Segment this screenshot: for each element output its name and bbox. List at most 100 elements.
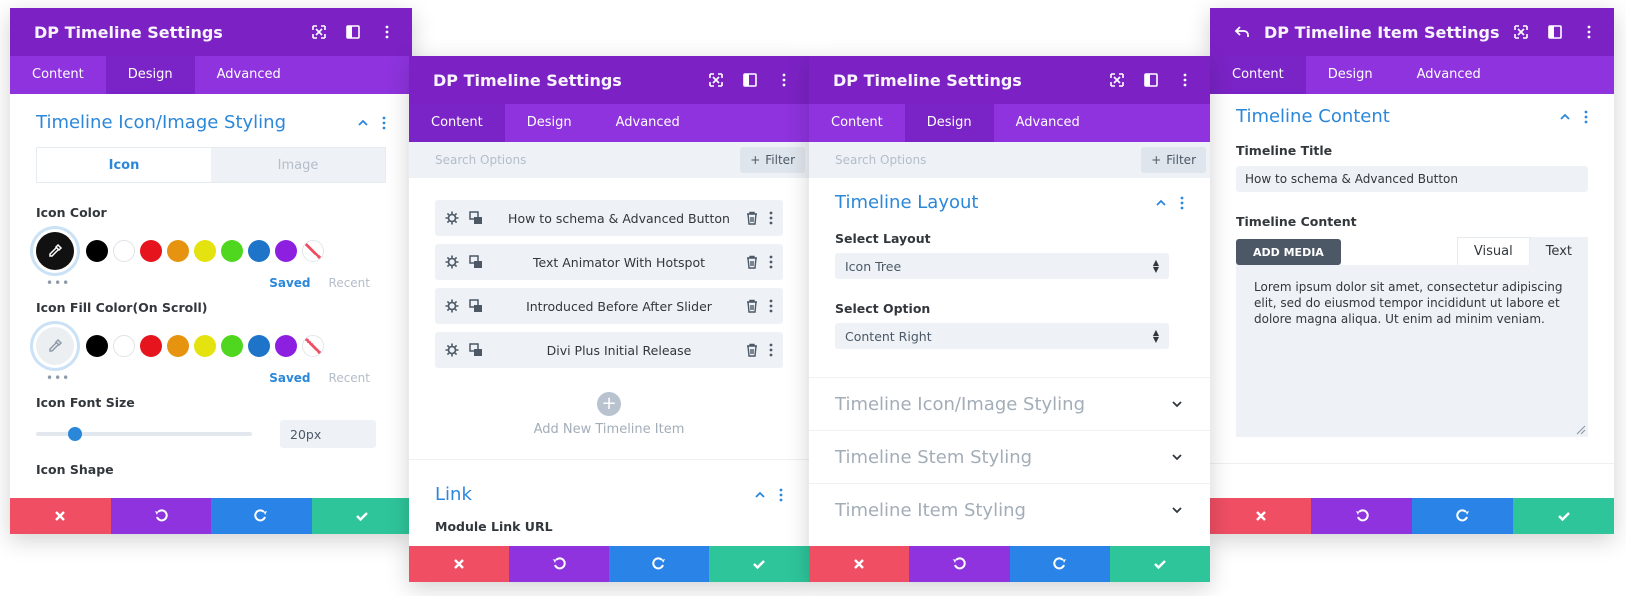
gear-icon[interactable] bbox=[445, 255, 459, 269]
add-item-label[interactable]: Add New Timeline Item bbox=[409, 422, 809, 437]
swatch-orange[interactable] bbox=[167, 240, 189, 262]
recent-colors-link[interactable]: Recent bbox=[329, 276, 370, 290]
recent-colors-link[interactable]: Recent bbox=[329, 371, 370, 385]
kebab-icon[interactable] bbox=[374, 19, 400, 45]
section-item-styling[interactable]: Timeline Item Styling bbox=[809, 483, 1210, 536]
list-item[interactable]: How to schema & Advanced Button bbox=[435, 200, 783, 236]
kebab-icon[interactable] bbox=[1172, 67, 1198, 93]
duplicate-icon[interactable] bbox=[469, 211, 483, 225]
swatch-red[interactable] bbox=[140, 240, 162, 262]
trash-icon[interactable] bbox=[745, 343, 759, 357]
tab-advanced[interactable]: Advanced bbox=[594, 104, 702, 142]
tab-content[interactable]: Content bbox=[1210, 56, 1306, 94]
kebab-icon[interactable] bbox=[779, 488, 783, 502]
redo-button[interactable] bbox=[1412, 498, 1513, 534]
list-item[interactable]: Text Animator With Hotspot bbox=[435, 244, 783, 280]
redo-button[interactable] bbox=[1009, 546, 1110, 582]
search-input[interactable]: Search Options bbox=[835, 153, 1141, 167]
undo-button[interactable] bbox=[110, 498, 211, 534]
filter-button[interactable]: + Filter bbox=[1141, 147, 1206, 173]
add-item-button[interactable]: + bbox=[597, 392, 621, 416]
tab-visual[interactable]: Visual bbox=[1456, 237, 1530, 265]
tab-advanced[interactable]: Advanced bbox=[1395, 56, 1503, 94]
timeline-title-input[interactable]: How to schema & Advanced Button bbox=[1236, 166, 1588, 192]
kebab-icon[interactable] bbox=[1180, 196, 1184, 210]
trash-icon[interactable] bbox=[745, 299, 759, 313]
undo-button[interactable] bbox=[509, 546, 609, 582]
swatch-red[interactable] bbox=[140, 335, 162, 357]
list-item[interactable]: Introduced Before After Slider bbox=[435, 288, 783, 324]
tab-content[interactable]: Content bbox=[10, 56, 106, 94]
save-button[interactable] bbox=[1513, 498, 1614, 534]
chevron-down-icon[interactable] bbox=[1170, 397, 1184, 411]
chevron-up-icon[interactable] bbox=[1558, 110, 1572, 124]
kebab-icon[interactable] bbox=[769, 299, 773, 313]
swatch-yellow[interactable] bbox=[194, 335, 216, 357]
sidebar-icon[interactable] bbox=[1138, 67, 1164, 93]
chevron-up-icon[interactable] bbox=[1154, 196, 1168, 210]
tab-advanced[interactable]: Advanced bbox=[195, 56, 303, 94]
content-editor[interactable]: Lorem ipsum dolor sit amet, consectetur … bbox=[1236, 265, 1588, 437]
tab-content[interactable]: Content bbox=[409, 104, 505, 142]
sidebar-icon[interactable] bbox=[1542, 19, 1568, 45]
select-layout-dropdown[interactable]: Icon Tree ▲ ▼ bbox=[835, 253, 1169, 279]
color-picker-button[interactable] bbox=[36, 327, 74, 365]
resize-grip-icon[interactable] bbox=[1576, 425, 1586, 435]
swatch-white[interactable] bbox=[113, 240, 135, 262]
kebab-icon[interactable] bbox=[769, 211, 773, 225]
kebab-icon[interactable] bbox=[769, 255, 773, 269]
swatch-orange[interactable] bbox=[167, 335, 189, 357]
section-icon-image-styling[interactable]: Timeline Icon/Image Styling bbox=[809, 377, 1210, 430]
redo-button[interactable] bbox=[609, 546, 709, 582]
gear-icon[interactable] bbox=[445, 343, 459, 357]
swatch-none[interactable] bbox=[302, 240, 324, 262]
chevron-down-icon[interactable] bbox=[1170, 503, 1184, 517]
discard-button[interactable] bbox=[409, 546, 509, 582]
chevron-up-icon[interactable] bbox=[753, 488, 767, 502]
section-header[interactable]: Link bbox=[409, 460, 809, 505]
gear-icon[interactable] bbox=[445, 211, 459, 225]
swatch-purple[interactable] bbox=[275, 240, 297, 262]
add-media-button[interactable]: ADD MEDIA bbox=[1236, 239, 1341, 265]
tab-design[interactable]: Design bbox=[505, 104, 594, 142]
undo-button[interactable] bbox=[1311, 498, 1412, 534]
slider-thumb[interactable] bbox=[67, 427, 82, 441]
save-button[interactable] bbox=[311, 498, 412, 534]
trash-icon[interactable] bbox=[745, 255, 759, 269]
swatch-black[interactable] bbox=[86, 240, 108, 262]
duplicate-icon[interactable] bbox=[469, 343, 483, 357]
undo-button[interactable] bbox=[909, 546, 1010, 582]
saved-colors-link[interactable]: Saved bbox=[269, 276, 310, 290]
swatch-white[interactable] bbox=[113, 335, 135, 357]
saved-colors-link[interactable]: Saved bbox=[269, 371, 310, 385]
select-option-dropdown[interactable]: Content Right ▲ ▼ bbox=[835, 323, 1169, 349]
sidebar-icon[interactable] bbox=[340, 19, 366, 45]
tab-design[interactable]: Design bbox=[105, 56, 195, 94]
duplicate-icon[interactable] bbox=[469, 299, 483, 313]
section-header[interactable]: Timeline Icon/Image Styling bbox=[36, 112, 386, 133]
section-header[interactable]: Timeline Content bbox=[1236, 106, 1588, 127]
list-item[interactable]: Divi Plus Initial Release bbox=[435, 332, 783, 368]
discard-button[interactable] bbox=[1210, 498, 1311, 534]
tab-text[interactable]: Text bbox=[1529, 237, 1588, 265]
chevron-up-icon[interactable] bbox=[356, 116, 370, 130]
filter-button[interactable]: + Filter bbox=[740, 147, 805, 173]
gear-icon[interactable] bbox=[445, 299, 459, 313]
save-button[interactable] bbox=[709, 546, 809, 582]
font-size-slider[interactable] bbox=[36, 427, 252, 441]
kebab-icon[interactable] bbox=[382, 116, 386, 130]
swatch-yellow[interactable] bbox=[194, 240, 216, 262]
swatch-none[interactable] bbox=[302, 335, 324, 357]
expand-icon[interactable] bbox=[1104, 67, 1130, 93]
duplicate-icon[interactable] bbox=[469, 255, 483, 269]
tab-design[interactable]: Design bbox=[904, 104, 994, 142]
kebab-icon[interactable] bbox=[771, 67, 797, 93]
swatch-green[interactable] bbox=[221, 335, 243, 357]
section-header[interactable]: Timeline Layout bbox=[835, 192, 1184, 213]
kebab-icon[interactable] bbox=[769, 343, 773, 357]
font-size-input[interactable]: 20px bbox=[280, 420, 376, 448]
expand-icon[interactable] bbox=[1508, 19, 1534, 45]
discard-button[interactable] bbox=[809, 546, 910, 582]
redo-button[interactable] bbox=[211, 498, 312, 534]
kebab-icon[interactable] bbox=[1576, 19, 1602, 45]
